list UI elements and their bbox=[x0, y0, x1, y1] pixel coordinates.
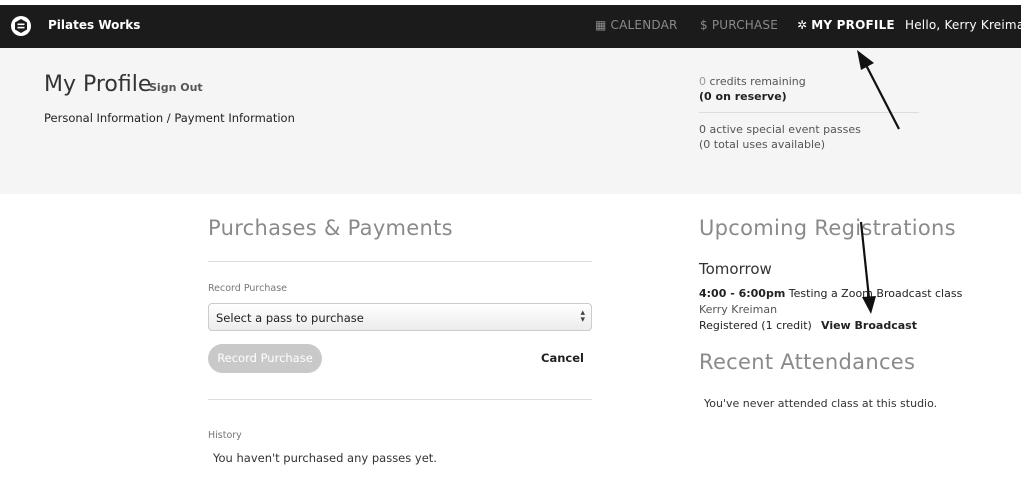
pass-select-value: Select a pass to purchase bbox=[216, 311, 364, 325]
registration-status: Registered (1 credit) bbox=[699, 319, 812, 332]
nav-my-profile-label: MY PROFILE bbox=[811, 18, 895, 32]
nav-calendar-label: CALENDAR bbox=[610, 18, 678, 32]
credits-divider bbox=[699, 112, 919, 113]
registration-class: 4:00 - 6:00pm Testing a Zoom Broadcast c… bbox=[699, 287, 962, 300]
recent-attendances-title: Recent Attendances bbox=[699, 350, 916, 374]
brand-name[interactable]: Pilates Works bbox=[48, 18, 140, 32]
purchases-divider-top bbox=[208, 261, 592, 262]
select-arrows-icon: ▴ ▾ bbox=[580, 308, 585, 325]
tab-payment-information[interactable]: Payment Information bbox=[174, 111, 295, 125]
sign-out-link[interactable]: Sign Out bbox=[149, 81, 203, 94]
registration-instructor: Kerry Kreiman bbox=[699, 303, 778, 316]
active-passes: 0 active special event passes bbox=[699, 123, 861, 136]
record-purchase-label: Record Purchase bbox=[208, 283, 287, 294]
user-greeting[interactable]: Hello, Kerry Kreiman bbox=[905, 18, 1021, 32]
registration-time: 4:00 - 6:00pm bbox=[699, 287, 786, 300]
gear-icon: ✲ bbox=[797, 18, 808, 32]
passes-summary: 0 active special event passes (0 total u… bbox=[699, 122, 861, 152]
purchases-divider-bottom bbox=[208, 399, 592, 400]
tab-separator: / bbox=[163, 111, 175, 125]
credits-remaining: 0 credits remaining bbox=[699, 74, 806, 89]
credits-text: credits remaining bbox=[706, 75, 806, 88]
view-broadcast-link[interactable]: View Broadcast bbox=[821, 319, 917, 332]
credits-summary: 0 credits remaining (0 on reserve) bbox=[699, 74, 806, 104]
page-title: My Profile bbox=[44, 72, 152, 97]
nav-my-profile[interactable]: ✲ MY PROFILE bbox=[797, 18, 895, 32]
credits-count: 0 bbox=[699, 75, 706, 88]
nav-purchase-label: PURCHASE bbox=[711, 18, 779, 32]
profile-subnav: Personal Information / Payment Informati… bbox=[44, 111, 295, 125]
history-label: History bbox=[208, 430, 242, 441]
record-purchase-button[interactable]: Record Purchase bbox=[208, 344, 322, 373]
cancel-button[interactable]: Cancel bbox=[541, 351, 584, 365]
nav-calendar[interactable]: ▦ CALENDAR bbox=[595, 18, 678, 32]
registration-day: Tomorrow bbox=[699, 260, 772, 278]
upcoming-registrations-title: Upcoming Registrations bbox=[699, 216, 956, 240]
dollar-icon: $ bbox=[700, 18, 708, 32]
pass-select[interactable]: Select a pass to purchase ▴ ▾ bbox=[208, 303, 592, 331]
history-empty-message: You haven't purchased any passes yet. bbox=[213, 451, 437, 465]
nav-purchase[interactable]: $ PURCHASE bbox=[700, 18, 778, 32]
passes-uses: (0 total uses available) bbox=[699, 138, 826, 151]
attendances-empty-message: You've never attended class at this stud… bbox=[704, 397, 938, 410]
top-navbar: Pilates Works ▦ CALENDAR $ PURCHASE ✲ MY PR… bbox=[0, 5, 1021, 48]
registration-class-name: Testing a Zoom Broadcast class bbox=[785, 287, 963, 300]
credits-reserve: (0 on reserve) bbox=[699, 90, 787, 103]
pilates-logo-icon[interactable] bbox=[10, 15, 32, 37]
calendar-icon: ▦ bbox=[595, 18, 607, 32]
purchases-title: Purchases & Payments bbox=[208, 216, 453, 240]
tab-personal-information[interactable]: Personal Information bbox=[44, 111, 163, 125]
